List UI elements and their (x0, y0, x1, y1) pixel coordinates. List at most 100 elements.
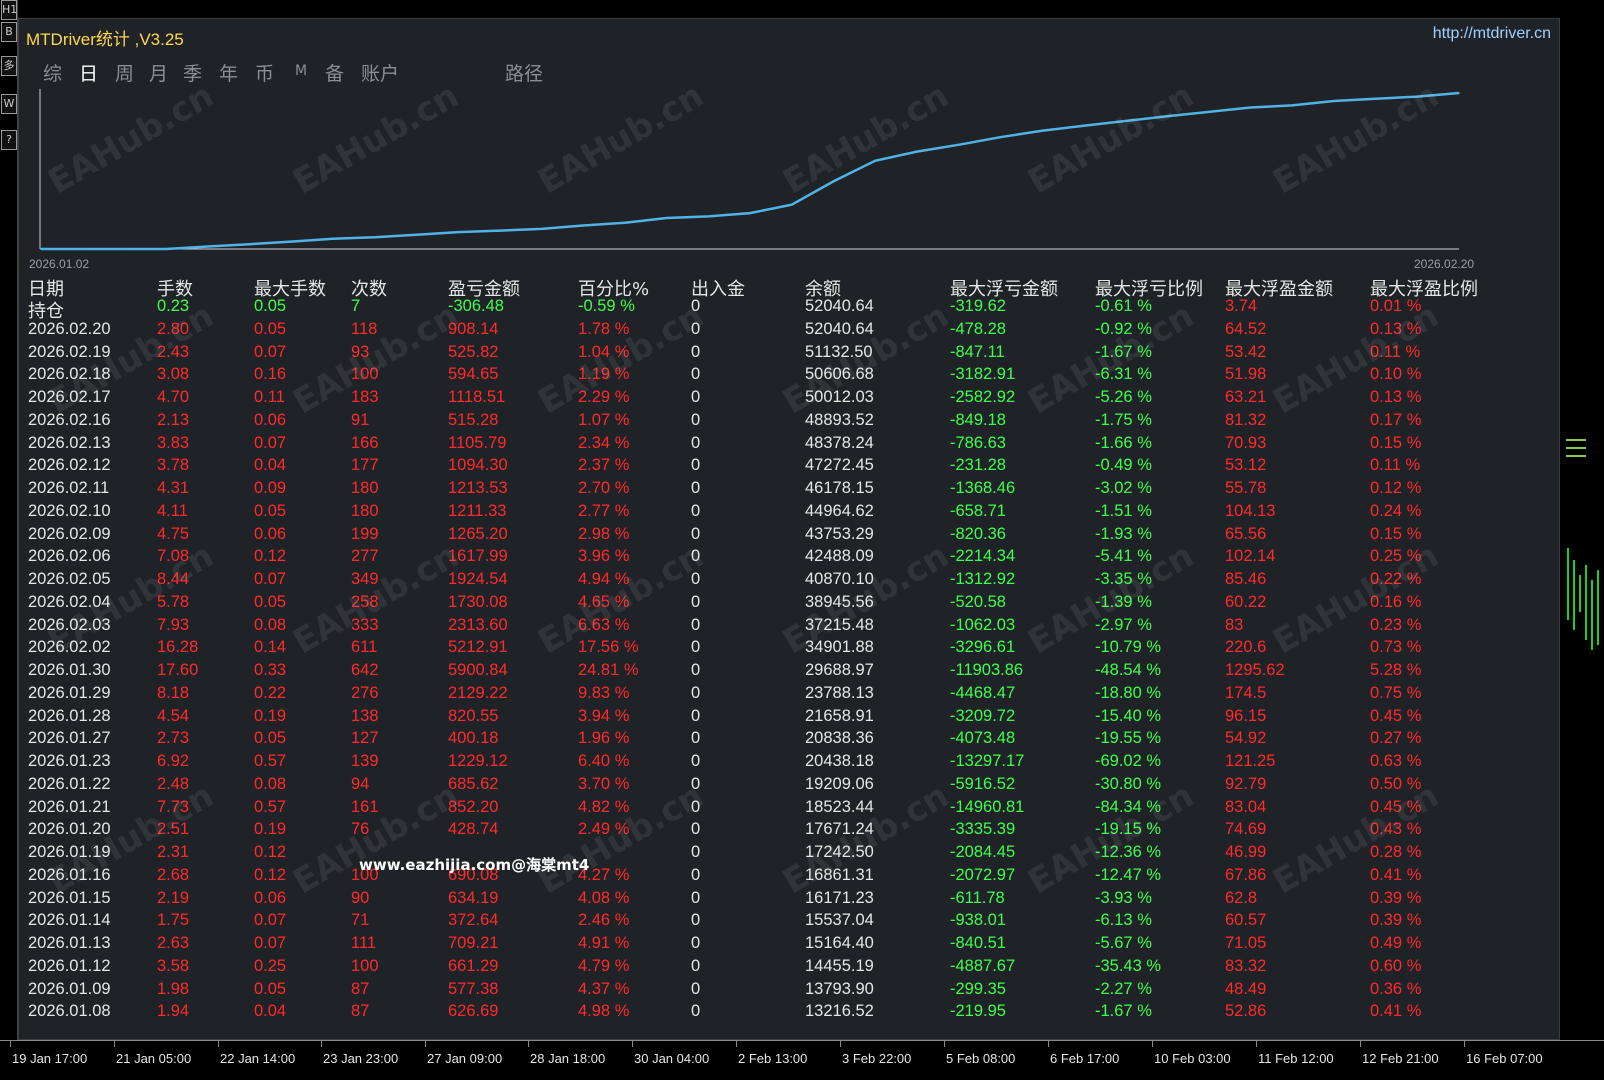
table-row[interactable]: 2026.01.30 17.60 0.33 642 5900.84 24.81 % 0 296… (19, 661, 1559, 684)
cell-col-8: -820.36 (950, 524, 1006, 543)
cell-col-2: 0.14 (254, 638, 287, 657)
cell-col-5: 3.70 % (578, 774, 630, 793)
cell-col-4: 1211.33 (448, 501, 507, 520)
cell-col-8: -319.62 (950, 297, 1006, 315)
table-row[interactable]: 2026.01.27 2.73 0.05 127 400.18 1.96 % 0 20838.… (19, 729, 1559, 752)
cell-col-6: 0 (691, 638, 701, 657)
table-row[interactable]: 2026.01.09 1.98 0.05 87 577.38 4.37 % 0 13793.9… (19, 979, 1559, 1003)
tab-1[interactable]: 日 (79, 59, 98, 86)
cell-col-7: 29688.97 (805, 661, 874, 679)
cell-col-9: -1.93 % (1095, 524, 1152, 543)
table-row[interactable]: 2026.02.06 7.08 0.12 277 1617.99 3.96 % 0 42488… (19, 547, 1559, 570)
toolbar-button-3[interactable]: W (1, 94, 17, 114)
cell-col-9: -0.49 % (1095, 456, 1152, 475)
cell-col-1: 2.73 (157, 729, 190, 748)
table-row[interactable]: 2026.02.10 4.11 0.05 180 1211.33 2.77 % 0 44964… (19, 501, 1559, 525)
cell-col-8: -13297.17 (950, 752, 1025, 770)
time-tick (10, 1041, 11, 1047)
cell-col-1: 2.13 (157, 410, 190, 429)
cell-col-9: -3.93 % (1095, 888, 1152, 907)
cell-col-8: -1062.03 (950, 615, 1016, 634)
toolbar-button-0[interactable]: H1 (1, 0, 17, 20)
cell-col-10: 104.13 (1225, 501, 1276, 520)
tab-2[interactable]: 周 (115, 59, 134, 86)
tab-7[interactable]: M (295, 63, 307, 79)
table-row[interactable]: 2026.01.13 2.63 0.07 111 709.21 4.91 % 0 15164.… (19, 934, 1559, 957)
cell-col-4: 577.38 (448, 979, 499, 998)
table-row[interactable]: 2026.01.22 2.48 0.08 94 685.62 3.70 % 0 19209.0… (19, 774, 1559, 798)
table-row[interactable]: 2026.01.12 3.58 0.25 100 661.29 4.79 % 0 14455.… (19, 956, 1559, 980)
toolbar-button-2[interactable]: 多 (1, 56, 17, 76)
cell-col-4: 661.29 (448, 956, 499, 975)
table-row[interactable]: 2026.02.11 4.31 0.09 180 1213.53 2.70 % 0 46178… (19, 479, 1559, 502)
time-label: 2 Feb 13:00 (738, 1051, 808, 1066)
cell-col-10: 62.8 (1225, 888, 1258, 907)
time-label: 16 Feb 07:00 (1466, 1051, 1543, 1066)
cell-col-4: -306.48 (448, 297, 504, 315)
cell-col-1: 3.83 (157, 433, 190, 452)
cell-col-7: 42488.09 (805, 547, 874, 566)
table-row[interactable]: 2026.01.28 4.54 0.19 138 820.55 3.94 % 0 21658.… (19, 706, 1559, 730)
cell-col-2: 0.19 (254, 706, 287, 725)
time-tick (1152, 1041, 1153, 1047)
table-row[interactable]: 2026.01.29 8.18 0.22 276 2129.22 9.83 % 0 23788… (19, 683, 1559, 707)
toolbar-button-1[interactable]: B (1, 22, 17, 42)
cell-col-5: 2.70 % (578, 479, 630, 497)
cell-col-2: 0.08 (254, 774, 287, 793)
cell-col-11: 0.75 % (1370, 683, 1422, 702)
cell-col-10: 96.15 (1225, 706, 1267, 725)
equity-point-25 (1082, 124, 1085, 127)
cell-col-11: 0.45 % (1370, 706, 1422, 725)
tab-10[interactable]: 路径 (505, 59, 543, 86)
time-tick (840, 1041, 841, 1047)
tab-6[interactable]: 币 (255, 59, 274, 86)
right-price-chart (1560, 0, 1604, 1040)
cell-col-7: 13216.52 (805, 1002, 874, 1021)
cell-col-0: 2026.01.22 (28, 774, 111, 793)
cell-col-7: 23788.13 (805, 683, 874, 702)
cell-col-2: 0.06 (254, 888, 287, 907)
table-row[interactable]: 2026.02.20 2.80 0.05 118 908.14 1.78 % 0 52040.… (19, 320, 1559, 343)
table-row[interactable]: 2026.01.08 1.94 0.04 87 626.69 4.98 % 0 13216.5… (19, 1002, 1559, 1025)
cell-col-2: 0.05 (254, 592, 287, 611)
equity-point-15 (665, 217, 668, 219)
cell-col-5: 4.82 % (578, 797, 630, 816)
tab-5[interactable]: 年 (219, 59, 238, 86)
table-row[interactable]: 2026.02.12 3.78 0.04 177 1094.30 2.37 % 0 47272… (19, 456, 1559, 479)
tab-8[interactable]: 备 (325, 59, 344, 86)
cell-col-10: 220.6 (1225, 638, 1267, 657)
table-row[interactable]: 2026.01.23 6.92 0.57 139 1229.12 6.40 % 0 20438… (19, 752, 1559, 775)
cell-col-6: 0 (691, 934, 701, 952)
table-row[interactable]: 2026.01.14 1.75 0.07 71 372.64 2.46 % 0 15537.0… (19, 911, 1559, 934)
cell-col-4: 1094.30 (448, 456, 508, 475)
cell-col-5: 1.07 % (578, 410, 630, 429)
cell-col-11: 0.63 % (1370, 752, 1422, 770)
cell-col-5: 4.91 % (578, 934, 630, 952)
tab-3[interactable]: 月 (149, 59, 168, 86)
table-row[interactable]: 2026.01.21 7.73 0.57 161 852.20 4.82 % 0 18523.… (19, 797, 1559, 821)
cell-col-9: -18.80 % (1095, 683, 1162, 702)
cell-col-8: -611.78 (950, 888, 1005, 907)
cell-col-6: 0 (691, 592, 701, 611)
table-row[interactable]: 2026.02.13 3.83 0.07 166 1105.79 2.34 % 0 48378… (19, 433, 1559, 457)
equity-point-32 (1374, 97, 1377, 100)
cell-col-6: 0 (691, 752, 701, 770)
cell-col-8: -849.18 (950, 410, 1006, 429)
website-link[interactable]: http://mtdriver.cn (1433, 25, 1551, 43)
cell-col-7: 21658.91 (805, 706, 874, 725)
cell-col-6: 0 (691, 1002, 701, 1021)
tab-9[interactable]: 账户 (361, 59, 399, 86)
tab-0[interactable]: 综 (43, 59, 62, 86)
cell-col-3: 7 (351, 297, 361, 315)
cell-col-10: 174.5 (1225, 683, 1267, 702)
cell-col-10: 81.32 (1225, 410, 1267, 429)
toolbar-button-4[interactable]: ? (1, 130, 17, 150)
table-row[interactable]: 2026.02.16 2.13 0.06 91 515.28 1.07 % 0 48893.5… (19, 410, 1559, 434)
table-row[interactable]: 2026.02.05 8.44 0.07 349 1924.54 4.94 % 0 40870… (19, 570, 1559, 593)
cell-col-11: 0.49 % (1370, 934, 1422, 952)
time-tick (1048, 1041, 1049, 1047)
cell-col-1: 2.19 (157, 888, 190, 907)
cell-col-3: 642 (351, 661, 379, 679)
table-row[interactable]: 2026.02.09 4.75 0.06 199 1265.20 2.98 % 0 43753… (19, 524, 1559, 548)
cell-col-0: 2026.02.09 (28, 524, 111, 543)
